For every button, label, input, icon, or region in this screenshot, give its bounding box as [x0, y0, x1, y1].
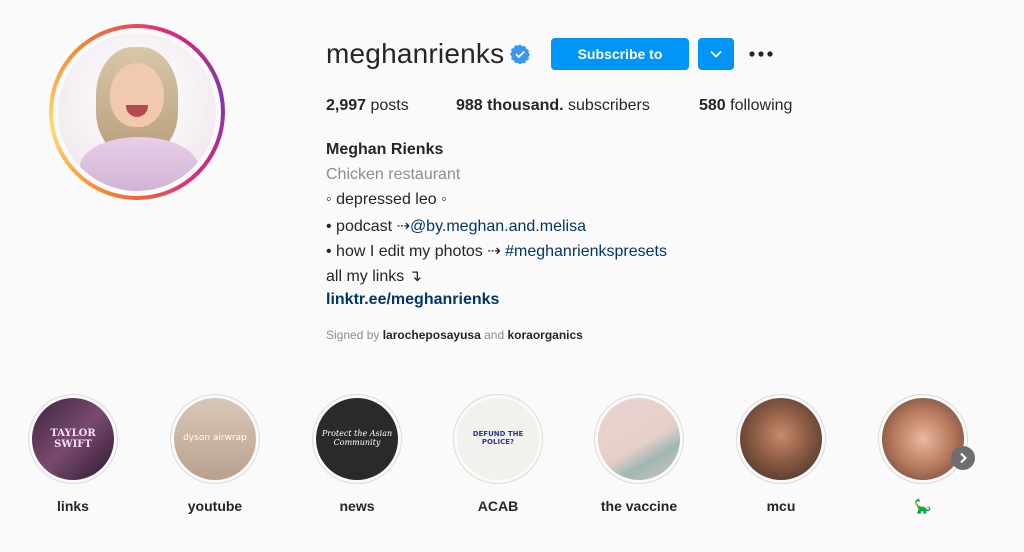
- profile-username: meghanrienks: [326, 38, 505, 69]
- highlight-ring: [878, 394, 968, 484]
- signed-prefix: Signed by: [326, 328, 380, 342]
- subscribe-button[interactable]: Subscribe to: [551, 38, 689, 70]
- highlight-cover-text: DEFUND THE POLICE?: [472, 430, 524, 446]
- story-highlight-news[interactable]: Protect the Asian Community news: [312, 394, 402, 514]
- highlight-cover: dyson airwrap: [174, 398, 256, 480]
- avatar-face: [110, 63, 164, 127]
- avatar-torso: [80, 137, 198, 191]
- highlight-cover-text: Protect the Asian Community: [321, 429, 393, 447]
- bio-line-podcast: • podcast ⇢@by.meghan.and.melisa: [326, 216, 586, 236]
- highlight-label: ACAB: [477, 498, 519, 514]
- highlight-ring: DEFUND THE POLICE?: [453, 394, 543, 484]
- story-highlight-youtube[interactable]: dyson airwrap youtube: [170, 394, 260, 514]
- highlight-cover-text: [919, 435, 927, 443]
- profile-avatar[interactable]: [49, 24, 225, 200]
- bio-website-link[interactable]: linktr.ee/meghanrienks: [326, 291, 499, 309]
- highlight-cover-text: [777, 435, 785, 443]
- verified-badge-icon: [510, 44, 530, 64]
- bio-line: all my links ↴: [326, 268, 423, 285]
- signed-user-link[interactable]: larocheposayusa: [383, 328, 481, 342]
- avatar-frame: [53, 28, 221, 196]
- bio-full-name: Meghan Rienks: [326, 141, 444, 158]
- highlight-cover-text: TAYLOR SWIFT: [50, 428, 96, 450]
- highlight-ring: [594, 394, 684, 484]
- signed-user-link[interactable]: koraorganics: [507, 328, 582, 342]
- posts-count: 2,997: [326, 97, 367, 114]
- highlight-cover: Protect the Asian Community: [316, 398, 398, 480]
- presets-hashtag-link[interactable]: #meghanrienkspresets: [505, 243, 667, 260]
- story-highlight-acab[interactable]: DEFUND THE POLICE? ACAB: [453, 394, 543, 514]
- highlight-ring: TAYLOR SWIFT: [28, 394, 118, 484]
- highlight-label: links: [57, 498, 89, 514]
- highlight-label: news: [339, 498, 375, 514]
- story-highlight-mcu[interactable]: mcu: [736, 394, 826, 514]
- highlight-label: mcu: [766, 498, 796, 514]
- highlight-ring: dyson airwrap: [170, 394, 260, 484]
- highlight-cover-text: dyson airwrap: [183, 433, 247, 444]
- bio-line-text: • podcast ⇢: [326, 218, 410, 235]
- highlight-cover: DEFUND THE POLICE?: [457, 398, 539, 480]
- highlight-cover: [740, 398, 822, 480]
- highlight-label: youtube: [187, 498, 243, 514]
- signed-by-line: Signed by larocheposayusa and koraorgani…: [326, 328, 583, 342]
- podcast-mention-link[interactable]: @by.meghan.and.melisa: [410, 218, 586, 235]
- subscribers-label: subscribers: [568, 97, 650, 114]
- following-count: 580: [699, 97, 726, 114]
- subscribers-count: 988 thousand.: [456, 97, 564, 114]
- bio-category: Chicken restaurant: [326, 166, 461, 183]
- chevron-right-icon: [960, 452, 967, 464]
- highlight-cover-text: [635, 435, 643, 443]
- following-stat[interactable]: 580 following: [699, 97, 792, 115]
- bio-line-presets: • how I edit my photos ⇢ #meghanrienkspr…: [326, 241, 667, 261]
- posts-label: posts: [370, 97, 409, 114]
- subscribers-stat[interactable]: 988 thousand. subscribers: [456, 97, 650, 115]
- bio-line: ◦ depressed leo ◦: [326, 191, 447, 208]
- posts-stat: 2,997 posts: [326, 97, 409, 115]
- highlight-cover: [598, 398, 680, 480]
- highlights-next-button[interactable]: [951, 446, 975, 470]
- highlight-label: 🦕: [914, 498, 932, 514]
- chevron-down-icon: [710, 50, 722, 58]
- avatar-photo: [58, 33, 216, 191]
- highlight-cover: [882, 398, 964, 480]
- bio-line-text: • how I edit my photos ⇢: [326, 243, 506, 260]
- signed-conjunction: and: [484, 328, 505, 342]
- more-options-icon[interactable]: [748, 44, 774, 64]
- highlight-label: the vaccine: [600, 498, 678, 514]
- story-highlight-links[interactable]: TAYLOR SWIFT links: [28, 394, 118, 514]
- highlight-cover: TAYLOR SWIFT: [32, 398, 114, 480]
- following-label: following: [730, 97, 793, 114]
- suggested-accounts-dropdown-button[interactable]: [698, 38, 734, 70]
- highlight-ring: [736, 394, 826, 484]
- highlight-ring: Protect the Asian Community: [312, 394, 402, 484]
- story-highlight-vaccine[interactable]: the vaccine: [594, 394, 684, 514]
